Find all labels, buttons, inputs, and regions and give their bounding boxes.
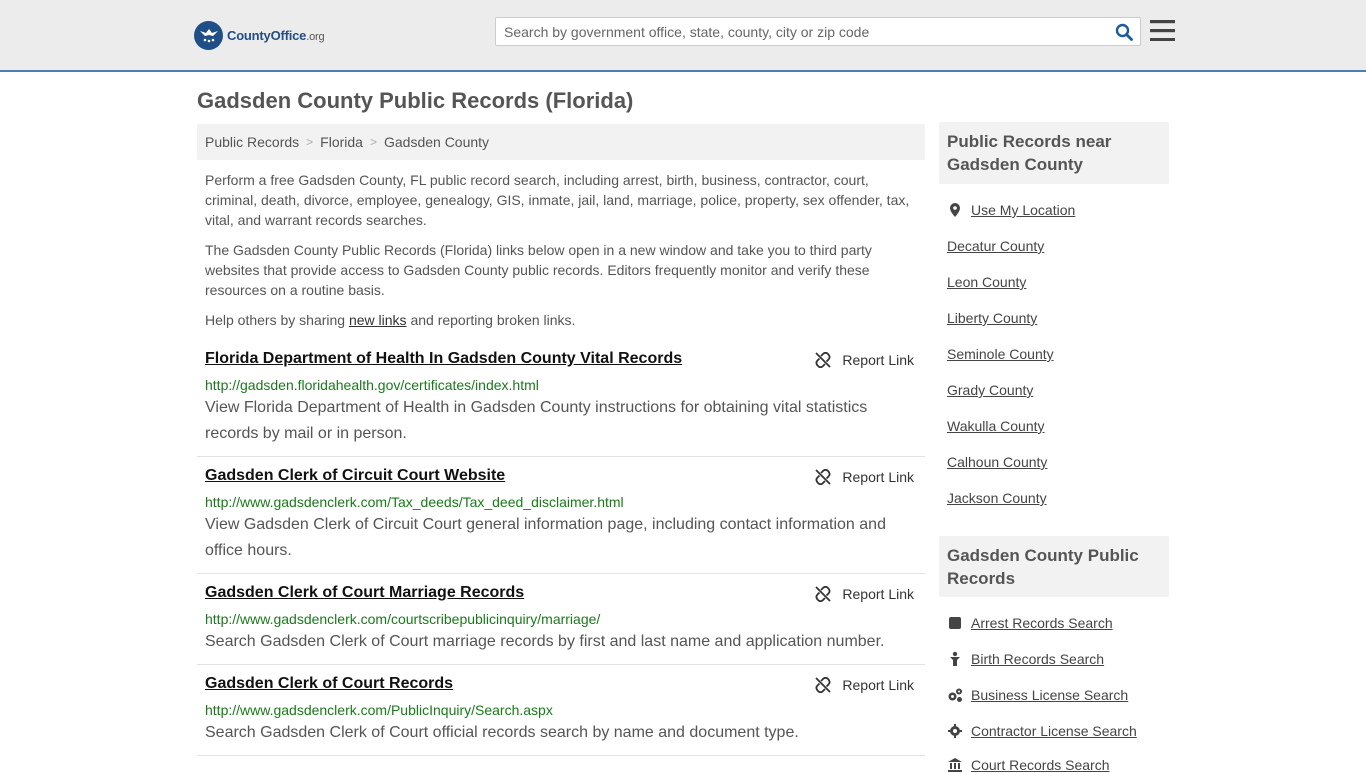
birth-records-search-link[interactable]: Birth Records Search bbox=[947, 651, 1104, 667]
search-icon[interactable] bbox=[1115, 23, 1133, 41]
site-header: CountyOffice.org bbox=[0, 0, 1366, 72]
broken-link-icon bbox=[815, 677, 832, 693]
nearby-county-link[interactable]: Jackson County bbox=[947, 490, 1047, 506]
record-url: http://www.gadsdenclerk.com/PublicInquir… bbox=[205, 702, 553, 718]
logo-tld: .org bbox=[306, 30, 325, 43]
baby-icon bbox=[950, 651, 960, 666]
share-text-after: and reporting broken links. bbox=[406, 312, 576, 328]
record-item: Gadsden Clerk of Circuit Court Website R… bbox=[197, 457, 925, 574]
report-link-label: Report Link bbox=[842, 352, 914, 368]
breadcrumb: Public Records > Florida > Gadsden Count… bbox=[197, 124, 925, 160]
report-link-button[interactable]: Report Link bbox=[815, 469, 914, 485]
map-pin-icon bbox=[950, 203, 960, 217]
share-paragraph: Help others by sharing new links and rep… bbox=[205, 310, 917, 330]
broken-link-icon bbox=[815, 586, 832, 602]
record-description: Search Gadsden Clerk of Court official r… bbox=[205, 724, 799, 741]
breadcrumb-item-public-records[interactable]: Public Records bbox=[205, 134, 299, 150]
record-item: Gadsden Clerk of Court Marriage Records … bbox=[197, 574, 925, 665]
breadcrumb-separator: > bbox=[306, 135, 314, 149]
report-link-label: Report Link bbox=[842, 677, 914, 693]
intro-paragraph: Perform a free Gadsden County, FL public… bbox=[205, 172, 910, 228]
handcuff-icon bbox=[949, 617, 961, 629]
record-url: http://gadsden.floridahealth.gov/certifi… bbox=[205, 377, 539, 393]
business-license-search-link[interactable]: Business License Search bbox=[947, 687, 1128, 703]
birth-records-search-label: Birth Records Search bbox=[971, 651, 1105, 667]
report-link-label: Report Link bbox=[842, 586, 914, 602]
record-item: Florida Department of Health In Gadsden … bbox=[197, 340, 925, 457]
breadcrumb-separator: > bbox=[369, 135, 377, 149]
use-my-location-label: Use My Location bbox=[971, 202, 1076, 218]
report-link-button[interactable]: Report Link bbox=[815, 677, 914, 693]
disclaimer-paragraph: The Gadsden County Public Records (Flori… bbox=[205, 242, 872, 298]
court-records-search-link[interactable]: Court Records Search bbox=[947, 757, 1110, 773]
record-description: View Florida Department of Health in Gad… bbox=[205, 399, 868, 442]
nearby-county-link[interactable]: Decatur County bbox=[947, 238, 1044, 254]
logo-name: CountyOffice bbox=[227, 27, 307, 43]
arrest-records-search-label: Arrest Records Search bbox=[971, 615, 1113, 631]
court-records-search-label: Court Records Search bbox=[971, 757, 1110, 773]
nearby-county-link[interactable]: Calhoun County bbox=[947, 454, 1047, 470]
hamburger-menu-icon[interactable] bbox=[1150, 20, 1175, 41]
nearby-heading: Public Records near Gadsden County bbox=[939, 122, 1169, 184]
record-url: http://www.gadsdenclerk.com/Tax_deeds/Ta… bbox=[205, 494, 624, 510]
record-title-link[interactable]: Gadsden Clerk of Circuit Court Website bbox=[205, 467, 505, 485]
search-box bbox=[495, 17, 1141, 46]
record-description: View Gadsden Clerk of Circuit Court gene… bbox=[205, 516, 886, 559]
nearby-county-link[interactable]: Wakulla County bbox=[947, 418, 1045, 434]
gears-icon bbox=[948, 688, 962, 702]
report-link-button[interactable]: Report Link bbox=[815, 352, 914, 368]
breadcrumb-item-gadsden-county[interactable]: Gadsden County bbox=[384, 134, 489, 150]
record-title-link[interactable]: Florida Department of Health In Gadsden … bbox=[205, 350, 682, 368]
share-text-before: Help others by sharing bbox=[205, 312, 349, 328]
new-links-link[interactable]: new links bbox=[349, 312, 407, 328]
record-item: Gadsden Clerk of Court Records Report Li… bbox=[197, 665, 925, 756]
site-logo[interactable]: CountyOffice.org bbox=[194, 20, 325, 50]
county-records-heading: Gadsden County Public Records bbox=[939, 536, 1169, 597]
use-my-location-link[interactable]: Use My Location bbox=[947, 202, 1075, 218]
contractor-license-search-link[interactable]: Contractor License Search bbox=[947, 723, 1137, 739]
breadcrumb-item-florida[interactable]: Florida bbox=[320, 134, 363, 150]
report-link-label: Report Link bbox=[842, 469, 914, 485]
gear-icon bbox=[948, 724, 962, 738]
arrest-records-search-link[interactable]: Arrest Records Search bbox=[947, 615, 1113, 631]
nearby-county-link[interactable]: Leon County bbox=[947, 274, 1026, 290]
record-description: Search Gadsden Clerk of Court marriage r… bbox=[205, 633, 885, 650]
nearby-county-link[interactable]: Grady County bbox=[947, 382, 1033, 398]
logo-text: CountyOffice.org bbox=[227, 27, 325, 43]
business-license-search-label: Business License Search bbox=[971, 687, 1129, 703]
courthouse-icon bbox=[948, 758, 962, 772]
page-title: Gadsden County Public Records (Florida) bbox=[197, 88, 634, 113]
report-link-button[interactable]: Report Link bbox=[815, 586, 914, 602]
search-input[interactable] bbox=[496, 18, 1096, 45]
nearby-county-link[interactable]: Liberty County bbox=[947, 310, 1037, 326]
record-title-link[interactable]: Gadsden Clerk of Court Marriage Records bbox=[205, 584, 524, 602]
broken-link-icon bbox=[815, 352, 832, 368]
logo-eagle-icon bbox=[194, 20, 223, 50]
contractor-license-search-label: Contractor License Search bbox=[971, 723, 1137, 739]
record-title-link[interactable]: Gadsden Clerk of Court Records bbox=[205, 675, 453, 693]
record-url: http://www.gadsdenclerk.com/courtscribep… bbox=[205, 611, 601, 627]
nearby-county-link[interactable]: Seminole County bbox=[947, 346, 1054, 362]
broken-link-icon bbox=[815, 469, 832, 485]
